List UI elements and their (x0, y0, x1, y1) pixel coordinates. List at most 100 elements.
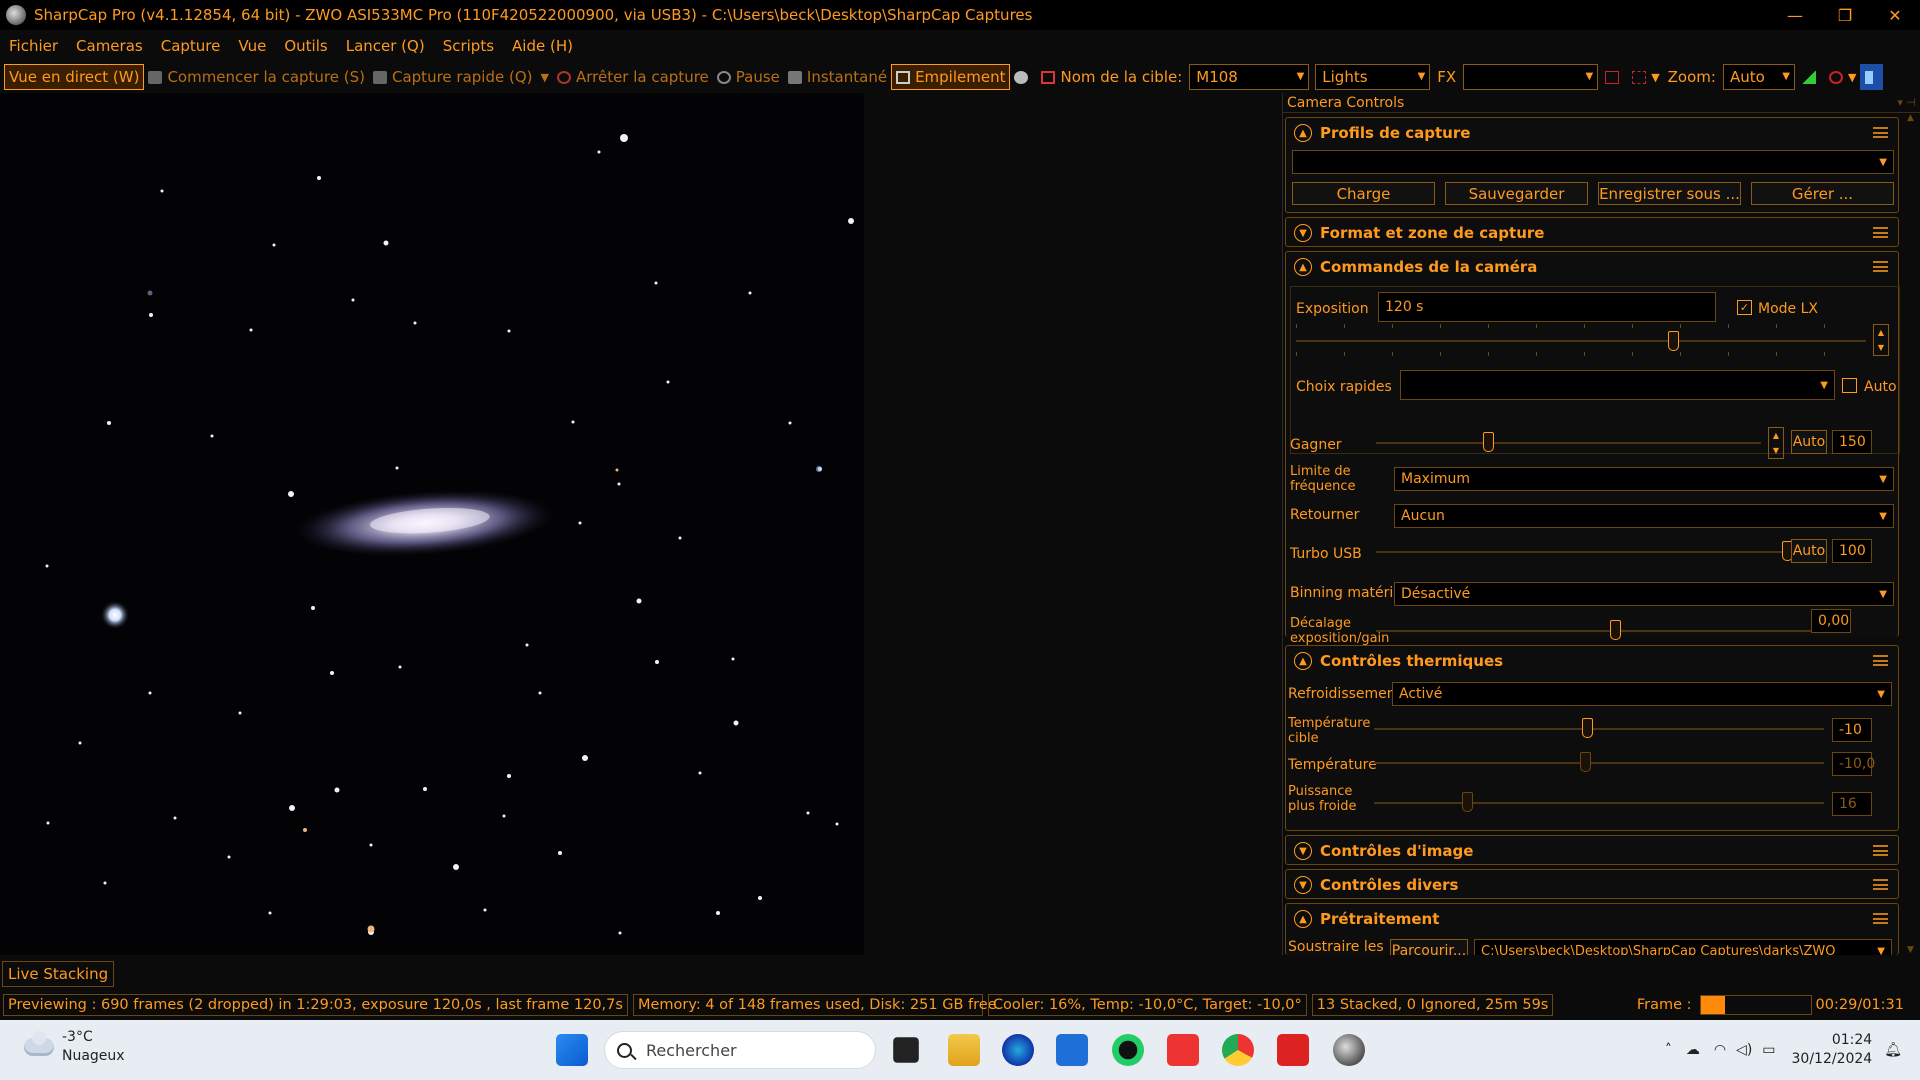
offset-value-input[interactable]: 0,00 (1811, 609, 1851, 633)
target-button[interactable]: Nom de la cible: (1037, 64, 1186, 90)
roi-button[interactable] (1601, 64, 1628, 90)
usb-value-input[interactable]: 100 (1832, 539, 1872, 563)
profile-select[interactable]: ▼ (1292, 150, 1894, 174)
pin-icon[interactable]: ▾ ⊣ (1897, 96, 1916, 109)
usb-auto-button[interactable]: Auto (1791, 539, 1827, 563)
volume-icon[interactable]: ◁) (1736, 1042, 1752, 1058)
app-icon-pink[interactable] (1277, 1034, 1309, 1066)
section-menu-icon[interactable] (1873, 845, 1888, 856)
exposure-slider[interactable] (1296, 340, 1866, 342)
target-temp-slider[interactable] (1374, 728, 1824, 730)
manage-profiles-button[interactable]: Gérer ... (1751, 182, 1894, 205)
wifi-icon[interactable]: ◠ (1714, 1042, 1726, 1058)
pause-button[interactable]: Pause (713, 64, 784, 90)
onedrive-icon[interactable]: ☁ (1686, 1042, 1700, 1058)
section-menu-icon[interactable] (1873, 879, 1888, 890)
camera-commands-header[interactable]: ▲ Commandes de la caméra (1286, 252, 1898, 282)
minimize-button[interactable]: — (1770, 0, 1820, 30)
edge-browser-icon[interactable] (1002, 1034, 1034, 1066)
weather-widget[interactable]: -3°C Nuageux (24, 1028, 125, 1066)
section-menu-icon[interactable] (1873, 655, 1888, 666)
sharpcap-taskbar-icon[interactable] (1333, 1034, 1365, 1066)
offset-slider[interactable] (1376, 630, 1826, 632)
menu-vue[interactable]: Vue (229, 37, 275, 55)
store-icon[interactable] (1056, 1034, 1088, 1066)
exposure-input[interactable]: 120 s (1378, 292, 1716, 322)
panel-scrollbar[interactable]: ▲ ▼ (1904, 113, 1920, 955)
histogram-button[interactable] (1798, 64, 1825, 90)
save-as-profile-button[interactable]: Enregistrer sous ... (1598, 182, 1741, 205)
image-controls-header[interactable]: ▼ Contrôles d'image (1286, 836, 1898, 866)
lx-mode-checkbox[interactable]: ✓ (1737, 300, 1752, 315)
binning-select[interactable]: Désactivé ▼ (1394, 582, 1894, 606)
menu-lancer[interactable]: Lancer (Q) (337, 37, 434, 55)
offset-slider-thumb[interactable] (1610, 620, 1621, 640)
cooling-select[interactable]: Activé ▼ (1392, 682, 1892, 706)
grid-button[interactable]: ▼ (1628, 64, 1663, 90)
windows-start-icon[interactable] (556, 1034, 588, 1066)
load-profile-button[interactable]: Charge (1292, 182, 1435, 205)
section-menu-icon[interactable] (1873, 127, 1888, 138)
taskbar-search[interactable]: Rechercher (604, 1031, 876, 1069)
target-name-select[interactable]: M108 ▼ (1189, 64, 1310, 90)
menu-aide[interactable]: Aide (H) (503, 37, 582, 55)
misc-controls-header[interactable]: ▼ Contrôles divers (1286, 870, 1898, 900)
notification-bell-icon[interactable]: 🔔︎ (1884, 1042, 1902, 1058)
moon-button[interactable] (1010, 64, 1037, 90)
browse-button[interactable]: Parcourir... (1390, 939, 1468, 955)
start-capture-button[interactable]: Commencer la capture (S) (144, 64, 369, 90)
file-explorer-icon[interactable] (948, 1034, 980, 1066)
quick-auto-checkbox[interactable] (1842, 378, 1857, 393)
close-button[interactable]: ✕ (1870, 0, 1920, 30)
fx-select[interactable]: ▼ (1463, 64, 1599, 90)
gain-slider-thumb[interactable] (1483, 432, 1494, 452)
save-profile-button[interactable]: Sauvegarder (1445, 182, 1588, 205)
chevron-up-icon[interactable]: ˄ (1665, 1042, 1672, 1058)
section-menu-icon[interactable] (1873, 261, 1888, 272)
app-icon-red[interactable] (1167, 1034, 1199, 1066)
dark-file-select[interactable]: C:\Users\beck\Desktop\SharpCap Captures\… (1474, 939, 1892, 955)
focus-button[interactable]: ▼ (1825, 64, 1860, 90)
snapshot-button[interactable]: Instantané (784, 64, 891, 90)
exposure-stepper[interactable]: ▲ ▼ (1873, 324, 1889, 356)
flip-select[interactable]: Aucun ▼ (1394, 504, 1894, 528)
scroll-up-icon[interactable]: ▲ (1907, 113, 1914, 123)
stacking-button[interactable]: Empilement (891, 64, 1011, 90)
scroll-down-icon[interactable]: ▼ (1907, 945, 1914, 955)
stop-capture-button[interactable]: Arrêter la capture (553, 64, 713, 90)
frame-type-select[interactable]: Lights ▼ (1315, 64, 1431, 90)
capture-profiles-header[interactable]: ▲ Profils de capture (1286, 118, 1898, 148)
menu-fichier[interactable]: Fichier (0, 37, 67, 55)
menu-capture[interactable]: Capture (152, 37, 230, 55)
thermal-controls-header[interactable]: ▲ Contrôles thermiques (1286, 646, 1898, 676)
usb-turbo-slider[interactable] (1376, 551, 1786, 553)
task-view-icon[interactable] (893, 1037, 919, 1063)
target-temp-input[interactable]: -10 (1832, 718, 1872, 742)
gain-slider[interactable] (1376, 442, 1761, 444)
exposure-slider-thumb[interactable] (1668, 331, 1679, 351)
app-icon-green[interactable] (1112, 1034, 1144, 1066)
maximize-button[interactable]: ❐ (1820, 0, 1870, 30)
menu-scripts[interactable]: Scripts (434, 37, 503, 55)
quick-capture-button[interactable]: Capture rapide (Q) ▼ (369, 64, 553, 90)
zoom-select[interactable]: Auto ▼ (1722, 64, 1795, 90)
menu-outils[interactable]: Outils (275, 37, 336, 55)
frame-rate-select[interactable]: Maximum ▼ (1394, 467, 1894, 491)
image-viewport[interactable] (0, 93, 864, 955)
taskbar-clock[interactable]: 01:24 30/12/2024 (1792, 1031, 1873, 1069)
quick-choices-select[interactable]: ▼ (1400, 370, 1835, 400)
section-menu-icon[interactable] (1873, 227, 1888, 238)
live-view-button[interactable]: Vue en direct (W) (4, 64, 145, 90)
section-menu-icon[interactable] (1873, 913, 1888, 924)
battery-icon[interactable]: ▭ (1762, 1042, 1775, 1058)
gain-auto-button[interactable]: Auto (1791, 430, 1827, 454)
pipette-button[interactable] (1860, 64, 1884, 90)
preprocessing-header[interactable]: ▲ Prétraitement (1286, 904, 1898, 934)
gain-value-input[interactable]: 150 (1832, 430, 1872, 454)
live-stacking-tab[interactable]: Live Stacking (2, 961, 115, 987)
target-temp-slider-thumb[interactable] (1582, 718, 1593, 738)
gain-stepper[interactable]: ▲ ▼ (1768, 427, 1784, 459)
menu-cameras[interactable]: Cameras (67, 37, 152, 55)
capture-format-header[interactable]: ▼ Format et zone de capture (1286, 218, 1898, 248)
chrome-icon[interactable] (1222, 1034, 1254, 1066)
